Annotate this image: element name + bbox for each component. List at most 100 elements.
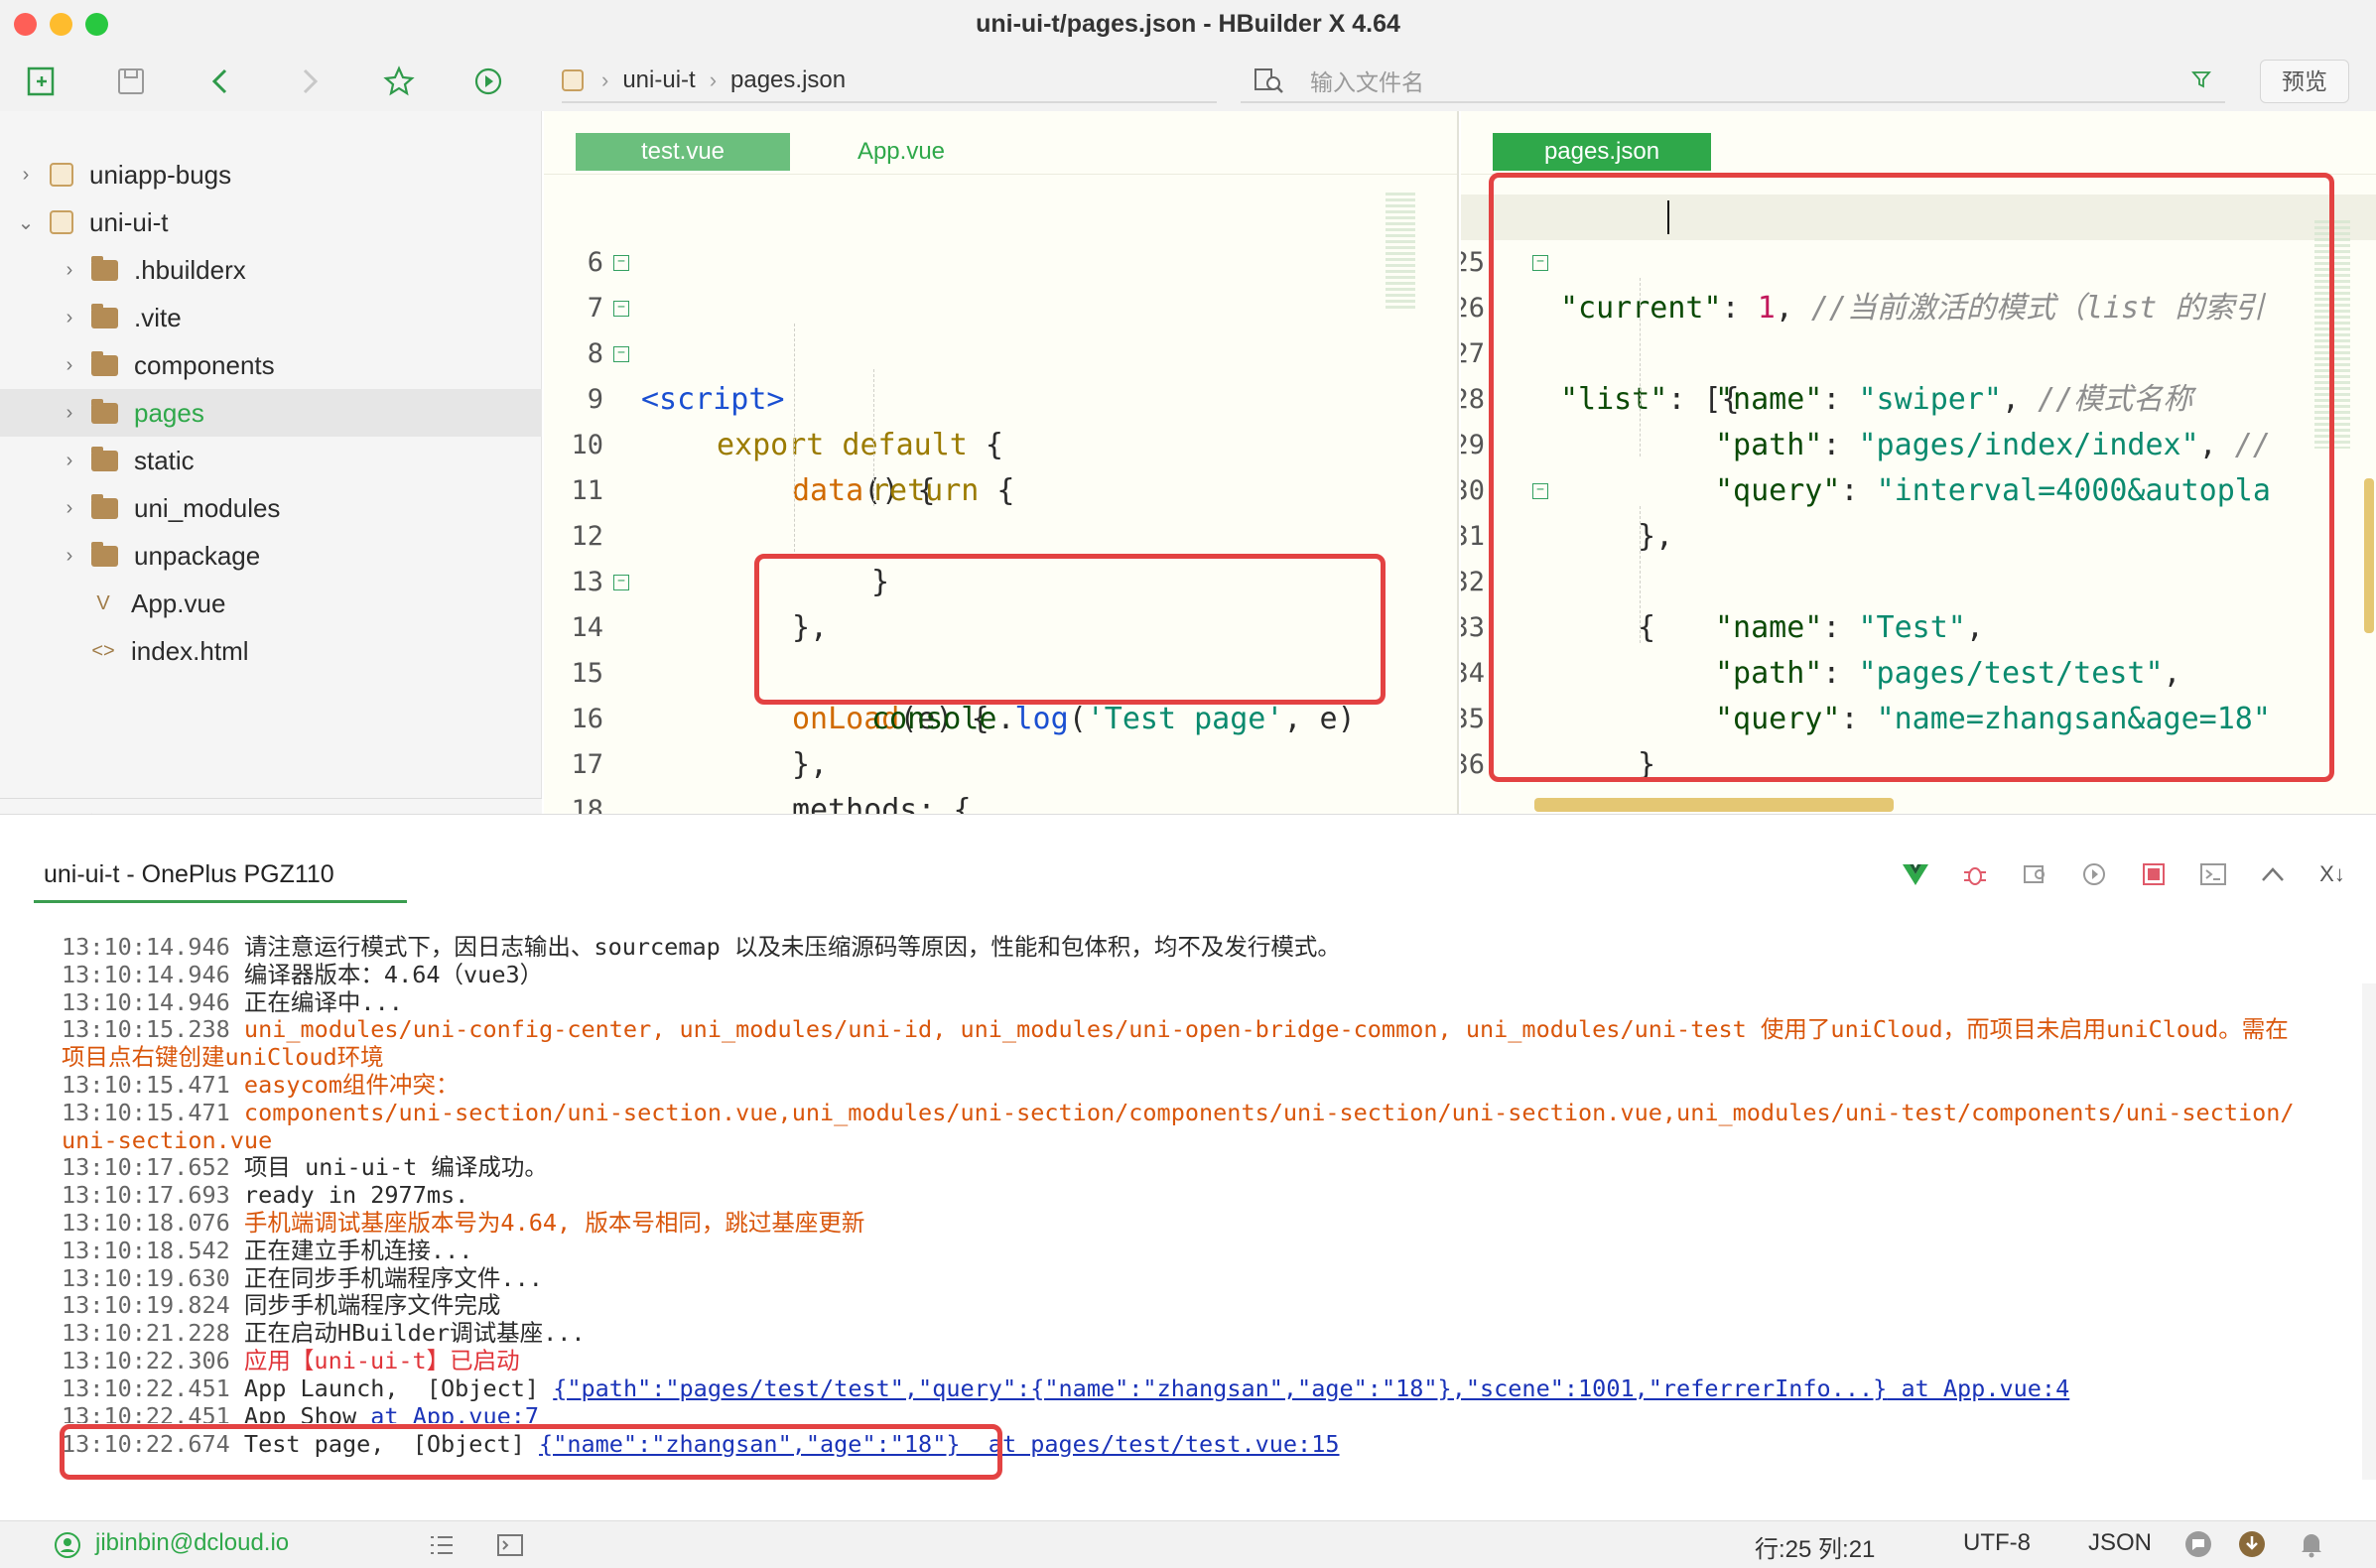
breadcrumb-file[interactable]: pages.json [730, 66, 846, 94]
indent-guide [794, 324, 795, 552]
file-encoding[interactable]: UTF-8 [1963, 1529, 2031, 1557]
tree-item-label: components [134, 349, 275, 380]
tab-app-vue[interactable]: App.vue [832, 133, 971, 171]
vue-devtools-icon[interactable] [1896, 854, 1935, 894]
code-text: ] [1560, 788, 1578, 790]
log-line-app-show: 13:10:22.451 App Show at App.vue:7 [62, 1403, 2344, 1423]
tree-item-label: uni_modules [134, 492, 281, 523]
fold-toggle-icon[interactable]: − [613, 575, 629, 590]
language-mode[interactable]: JSON [2088, 1529, 2152, 1557]
indent-guide [873, 369, 874, 506]
code-line: 9 − data() { [544, 331, 1457, 508]
reload-icon[interactable] [2015, 854, 2054, 894]
log-line: 13:10:19.824 同步手机端程序文件完成 [62, 1291, 501, 1320]
tree-item-hbuilderx[interactable]: › .hbuilderx [0, 246, 542, 294]
tab-pages-json[interactable]: pages.json [1493, 133, 1711, 171]
project-icon [562, 69, 584, 91]
preview-button[interactable]: 预览 [2260, 60, 2349, 103]
source-location-link[interactable]: at pages/test/test.vue:15 [961, 1430, 1340, 1458]
tree-item-unpackage[interactable]: › unpackage [0, 532, 542, 580]
chevron-up-icon[interactable] [2253, 854, 2293, 894]
tree-item-uni-ui-t[interactable]: ⌄ uni-ui-t [0, 198, 542, 246]
tree-item-index-html[interactable]: <> index.html [0, 627, 542, 675]
vertical-scrollbar[interactable] [2364, 478, 2374, 633]
cursor-position[interactable]: 行:25 列:21 [1755, 1529, 1875, 1564]
debug-bug-icon[interactable] [1955, 854, 1995, 894]
download-icon[interactable] [2237, 1529, 2267, 1566]
tree-item-static[interactable]: › static [0, 437, 542, 484]
chevron-right-icon: › [66, 306, 73, 328]
folder-icon [91, 446, 118, 471]
run-icon[interactable] [468, 62, 508, 101]
source-location-link[interactable]: at App.vue:4 [1887, 1374, 2069, 1402]
project-explorer: › uniapp-bugs ⌄ uni-ui-t › .hbuilderx › … [0, 111, 542, 916]
tree-item-label: .hbuilderx [134, 254, 246, 285]
editor-pane-right: pages.json 25 "current": 1, //当前激活的模式（li… [1461, 111, 2376, 814]
chevron-right-icon: › [601, 67, 609, 92]
console-toolbar: X↓ [1896, 854, 2352, 894]
stop-icon[interactable] [2134, 854, 2174, 894]
filter-icon[interactable] [2191, 69, 2211, 94]
window-title: uni-ui-t/pages.json - HBuilder X 4.64 [976, 10, 1400, 38]
chevron-right-icon: › [66, 353, 73, 376]
project-icon [50, 163, 73, 187]
tree-item-label: index.html [131, 635, 249, 666]
log-line: 13:10:17.693 ready in 2977ms. [62, 1181, 469, 1210]
code-line: 11 [544, 423, 1457, 506]
tree-item-pages[interactable]: › pages [0, 389, 542, 437]
horizontal-scrollbar[interactable] [1534, 798, 1894, 812]
save-icon[interactable] [111, 62, 151, 101]
tree-item-vite[interactable]: › .vite [0, 294, 542, 341]
chevron-right-icon: › [66, 496, 73, 519]
log-object-link[interactable]: {"path":"pages/test/test","query":{"name… [553, 1374, 1887, 1402]
new-file-icon[interactable] [22, 62, 62, 101]
code-line: 12 } [544, 468, 1457, 599]
chat-icon[interactable] [2183, 1529, 2213, 1566]
folder-icon [91, 255, 118, 281]
folder-icon [91, 303, 118, 328]
forward-icon[interactable] [290, 62, 330, 101]
tree-item-components[interactable]: › components [0, 341, 542, 389]
log-line: 13:10:14.946 请注意运行模式下，因日志输出、sourcemap 以及… [62, 933, 1341, 961]
fold-toggle-icon[interactable]: − [613, 346, 629, 362]
console-title[interactable]: uni-ui-t - OnePlus PGZ110 [44, 860, 334, 889]
console-log[interactable]: 13:10:14.946 请注意运行模式下，因日志输出、sourcemap 以及… [62, 933, 2344, 1458]
console-scrollbar[interactable] [2362, 983, 2376, 1480]
star-icon[interactable] [379, 62, 419, 101]
clear-console-icon[interactable]: X↓ [2312, 854, 2352, 894]
log-line: 13:10:14.946 编译器版本：4.64（vue3） [62, 960, 544, 988]
folder-icon [91, 350, 118, 376]
search-placeholder: 输入文件名 [1310, 69, 1424, 95]
user-account[interactable]: jibinbin@dcloud.io [95, 1529, 289, 1557]
outline-icon[interactable] [429, 1533, 455, 1564]
tab-test-vue[interactable]: test.vue [576, 133, 790, 171]
fold-toggle-icon[interactable]: − [613, 255, 629, 271]
tree-item-label: static [134, 445, 195, 475]
tree-item-uni-modules[interactable]: › uni_modules [0, 484, 542, 532]
toolbar: › uni-ui-t › pages.json 输入文件名 预览 [0, 50, 2376, 111]
tree-item-app-vue[interactable]: V App.vue [0, 580, 542, 627]
source-location-link[interactable]: at App.vue:7 [370, 1403, 539, 1423]
hbuilder-window: uni-ui-t/pages.json - HBuilder X 4.64 › … [0, 0, 2376, 1568]
log-line: 13:10:19.630 正在同步手机端程序文件... [62, 1263, 543, 1292]
back-icon[interactable] [200, 62, 240, 101]
code-line: 8 − export default { [544, 286, 1457, 462]
code-line: 18 [544, 742, 1457, 826]
fold-toggle-icon[interactable]: − [613, 301, 629, 317]
chevron-right-icon: › [709, 67, 718, 92]
breadcrumb-project[interactable]: uni-ui-t [622, 66, 695, 94]
minimap-left[interactable] [1386, 193, 1415, 312]
folder-icon [91, 398, 118, 424]
restart-icon[interactable] [2074, 854, 2114, 894]
terminal-toggle-icon[interactable] [496, 1533, 524, 1564]
editor-pane-left: test.vue App.vue 6 7 − <script> 8 − expo… [544, 111, 1459, 828]
terminal-icon[interactable] [2193, 854, 2233, 894]
chevron-right-icon: › [66, 544, 73, 567]
file-search-input[interactable]: 输入文件名 [1241, 60, 2225, 103]
highlight-box-test-page-log [60, 1424, 1002, 1480]
log-line-warning: 项目点右键创建uniCloud环境 [62, 1043, 384, 1072]
log-line-warning: 13:10:15.471 easycom组件冲突： [62, 1070, 460, 1099]
editor-tabs-left: test.vue App.vue [544, 111, 1457, 175]
notification-bell-icon[interactable] [2299, 1530, 2324, 1565]
tree-item-uniapp-bugs[interactable]: › uniapp-bugs [0, 151, 542, 198]
